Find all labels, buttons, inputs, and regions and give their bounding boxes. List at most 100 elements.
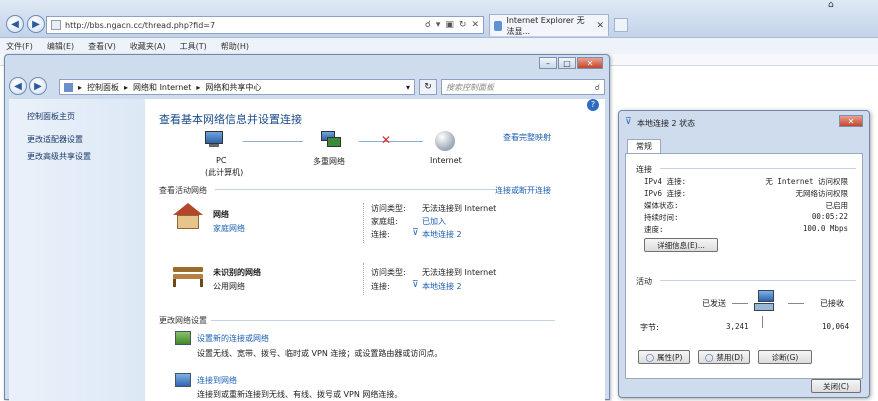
divider: [215, 189, 495, 190]
shield-icon: ◯: [704, 352, 714, 362]
dialog-close-button[interactable]: ✕: [839, 115, 863, 127]
connect-network-link[interactable]: 连接到网络: [197, 375, 237, 386]
map-multi-label: 多重网络: [313, 157, 345, 166]
diagnose-button[interactable]: 诊断(G): [758, 350, 812, 364]
close-dialog-button[interactable]: 关闭(C): [811, 379, 861, 393]
maximize-button[interactable]: □: [558, 57, 576, 69]
divider: [660, 168, 856, 169]
dialog-title: 本地连接 2 状态: [637, 119, 696, 128]
homegroup-link[interactable]: 已加入: [422, 216, 446, 227]
menu-file[interactable]: 文件(F): [6, 41, 33, 52]
refresh-icon[interactable]: ↻: [419, 79, 437, 95]
page-icon: [51, 20, 61, 30]
connection-label: 连接:: [371, 282, 390, 291]
breadcrumb-separator: ▸: [78, 82, 83, 92]
search-icon[interactable]: ☌: [425, 20, 431, 30]
properties-button[interactable]: ◯ 属性(P): [638, 350, 690, 364]
divider: [363, 203, 364, 243]
network-type: 公用网络: [213, 282, 245, 291]
help-icon[interactable]: ?: [587, 99, 599, 111]
cp-forward-button[interactable]: ▶: [29, 77, 47, 95]
address-bar[interactable]: http://bbs.ngacn.cc/thread.php?fid=7 ☌ ▾ ▣…: [46, 16, 484, 34]
ie-tab-icon: [494, 20, 503, 31]
control-panel-icon: [64, 82, 73, 92]
minimize-button[interactable]: –: [539, 57, 557, 69]
menu-favorites[interactable]: 收藏夹(A): [130, 41, 166, 52]
breadcrumb-network-internet[interactable]: 网络和 Internet: [133, 82, 191, 93]
browser-tab[interactable]: Internet Explorer 无法显... ✕: [489, 14, 609, 36]
menu-view[interactable]: 查看(V): [88, 41, 116, 52]
full-map-link[interactable]: 查看完整映射: [503, 132, 551, 143]
divider: [762, 316, 763, 328]
back-button[interactable]: ◀: [6, 15, 24, 33]
connection-link[interactable]: 本地连接 2: [422, 281, 462, 292]
browser-menubar: 文件(F) 编辑(E) 查看(V) 收藏夹(A) 工具(T) 帮助(H): [0, 38, 878, 54]
ethernet-icon: ⊽: [412, 280, 419, 290]
network-name: 未识别的网络: [213, 268, 261, 277]
access-type-value: 无法连接到 Internet: [422, 204, 497, 213]
details-button[interactable]: 详细信息(E)...: [644, 238, 718, 252]
general-tab-panel: 连接 IPv4 连接: 无 Internet 访问权限 IPv6 连接: 无网络…: [625, 153, 863, 379]
home-network-icon: [173, 203, 203, 231]
globe-icon: [435, 131, 455, 151]
tab-general[interactable]: 常规: [627, 139, 661, 153]
sent-label: 已发送: [702, 299, 726, 308]
setup-connection-link[interactable]: 设置新的连接或网络: [197, 333, 269, 344]
setup-connection-desc: 设置无线、宽带、拨号、临时或 VPN 连接；或设置路由器或访问点。: [197, 349, 443, 358]
connection-link[interactable]: 本地连接 2: [422, 229, 462, 240]
network-name: 网络: [213, 210, 229, 219]
menu-tools[interactable]: 工具(T): [180, 41, 207, 52]
active-networks-label: 查看活动网络: [159, 186, 207, 195]
page-title: 查看基本网络信息并设置连接: [159, 113, 302, 126]
menu-edit[interactable]: 编辑(E): [47, 41, 74, 52]
forward-button[interactable]: ▶: [27, 15, 45, 33]
connect-disconnect-link[interactable]: 连接或断开连接: [495, 185, 551, 196]
close-button[interactable]: ✕: [577, 57, 603, 69]
cp-address-bar[interactable]: ▸ 控制面板 ▸ 网络和 Internet ▸ 网络和共享中心 ▾: [59, 79, 415, 95]
stop-icon[interactable]: ✕: [471, 20, 479, 30]
breadcrumb-separator: ▸: [196, 82, 201, 92]
sidebar-item-sharing-settings[interactable]: 更改高级共享设置: [27, 151, 145, 162]
cp-sidebar: 控制面板主页 更改适配器设置 更改高级共享设置: [9, 99, 145, 401]
map-link: [243, 141, 303, 142]
new-tab-button[interactable]: [614, 18, 628, 32]
ipv4-label: IPv4 连接:: [644, 177, 687, 186]
search-icon[interactable]: ☌: [595, 83, 600, 92]
ipv6-value: 无网络访问权限: [795, 189, 849, 198]
breadcrumb-control-panel[interactable]: 控制面板: [87, 82, 119, 93]
computer-icon: [205, 131, 227, 151]
address-dropdown-icon[interactable]: ▾: [406, 83, 410, 92]
network-activity-icon: [754, 290, 782, 318]
network-type-link[interactable]: 家庭网络: [213, 223, 245, 234]
cp-back-button[interactable]: ◀: [9, 77, 27, 95]
map-pc-label: PC: [216, 156, 227, 165]
access-type-value: 无法连接到 Internet: [422, 268, 497, 277]
dropdown-icon[interactable]: ▾: [436, 20, 441, 30]
sidebar-item-home[interactable]: 控制面板主页: [27, 111, 145, 122]
connection-label: 连接:: [371, 230, 390, 239]
ipv4-value: 无 Internet 访问权限: [765, 177, 848, 186]
connection-status-dialog: ⊽ 本地连接 2 状态 ✕ 常规 连接 IPv4 连接: 无 Internet …: [618, 110, 870, 398]
tab-close-icon[interactable]: ✕: [596, 21, 604, 31]
disable-button[interactable]: ◯ 禁用(D): [698, 350, 750, 364]
disconnected-x-icon: ✕: [381, 133, 392, 147]
cp-search-input[interactable]: 搜索控制面板 ☌: [441, 79, 605, 95]
compat-icon[interactable]: ▣: [445, 20, 454, 30]
divider: [211, 320, 555, 321]
ipv6-label: IPv6 连接:: [644, 189, 687, 198]
shield-icon: ◯: [645, 352, 655, 362]
map-internet-label: Internet: [430, 156, 462, 165]
connect-network-desc: 连接到或重新连接到无线、有线、拨号或 VPN 网络连接。: [197, 390, 403, 399]
media-state-value: 已启用: [825, 201, 849, 210]
media-state-label: 媒体状态:: [644, 201, 679, 210]
divider: [363, 263, 364, 295]
menu-help[interactable]: 帮助(H): [221, 41, 249, 52]
map-pc-sublabel: (此计算机): [205, 168, 244, 177]
breadcrumb-separator: ▸: [124, 82, 129, 92]
refresh-icon[interactable]: ↻: [459, 20, 467, 30]
bytes-sent-value: 3,241: [726, 322, 749, 331]
home-icon[interactable]: ⌂: [828, 0, 834, 10]
divider: [732, 303, 748, 304]
breadcrumb-network-center[interactable]: 网络和共享中心: [205, 82, 261, 93]
sidebar-item-adapter-settings[interactable]: 更改适配器设置: [27, 134, 145, 145]
